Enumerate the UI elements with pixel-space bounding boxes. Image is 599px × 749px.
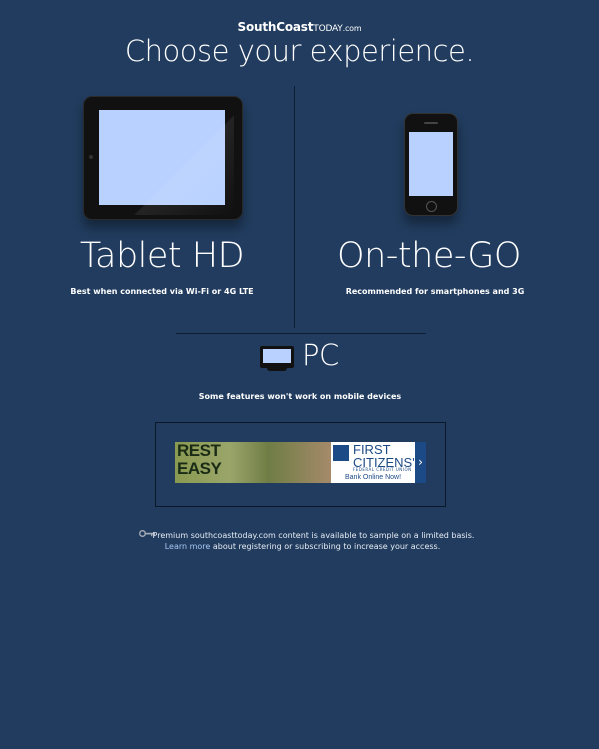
tablet-device-image[interactable] — [83, 96, 243, 220]
ad-headline: REST EASY — [177, 442, 222, 478]
ad-brand-name: FIRST CITIZENS' — [353, 443, 415, 469]
phone-device-image[interactable] — [404, 113, 458, 216]
monitor-stand — [267, 368, 287, 371]
premium-notice-line2-text: about registering or subscribing to incr… — [210, 542, 441, 551]
chevron-right-icon: › — [415, 442, 426, 483]
ad-photo-panel: REST EASY — [175, 442, 331, 483]
phone-speaker — [424, 122, 438, 124]
ad-headline-line1: REST — [177, 442, 221, 460]
phone-caption: Recommended for smartphones and 3G — [345, 287, 525, 296]
premium-notice-line2: Learn more about registering or subscrib… — [130, 541, 475, 552]
premium-notice-line1: Premium southcoasttoday.com content is a… — [152, 531, 475, 540]
pc-option[interactable]: PC — [302, 338, 339, 372]
monitor-icon[interactable] — [260, 346, 294, 371]
logo-suffix: .com — [342, 24, 362, 33]
logo-main: SouthCoast — [237, 20, 314, 34]
monitor-screen — [263, 349, 291, 363]
horizontal-divider — [176, 333, 426, 334]
ad-headline-line2: EASY — [177, 459, 222, 478]
first-citizens-logo-icon — [333, 445, 349, 461]
vertical-divider — [294, 86, 295, 328]
phone-home-button — [426, 201, 437, 212]
ad-brand-panel: FIRST CITIZENS' FEDERAL CREDIT UNION Ban… — [331, 442, 426, 483]
ad-cta: Bank Online Now! — [331, 472, 415, 483]
on-the-go-option[interactable]: On-the-GO — [312, 236, 546, 276]
tablet-camera — [89, 155, 93, 159]
premium-notice: Premium southcoasttoday.com content is a… — [130, 530, 475, 552]
tablet-screen — [99, 110, 225, 205]
logo-today: TODAY — [313, 24, 343, 34]
pc-caption: Some features won't work on mobile devic… — [198, 392, 402, 401]
phone-screen — [409, 132, 453, 196]
tablet-caption: Best when connected via Wi-Fi or 4G LTE — [70, 287, 254, 296]
page-title: Choose your experience. — [124, 34, 475, 68]
site-logo: SouthCoastTODAY.com — [0, 20, 599, 34]
tablet-hd-option[interactable]: Tablet HD — [40, 236, 284, 276]
banner-ad[interactable]: REST EASY FIRST CITIZENS' FEDERAL CREDIT… — [175, 442, 426, 483]
learn-more-link[interactable]: Learn more — [165, 542, 211, 551]
